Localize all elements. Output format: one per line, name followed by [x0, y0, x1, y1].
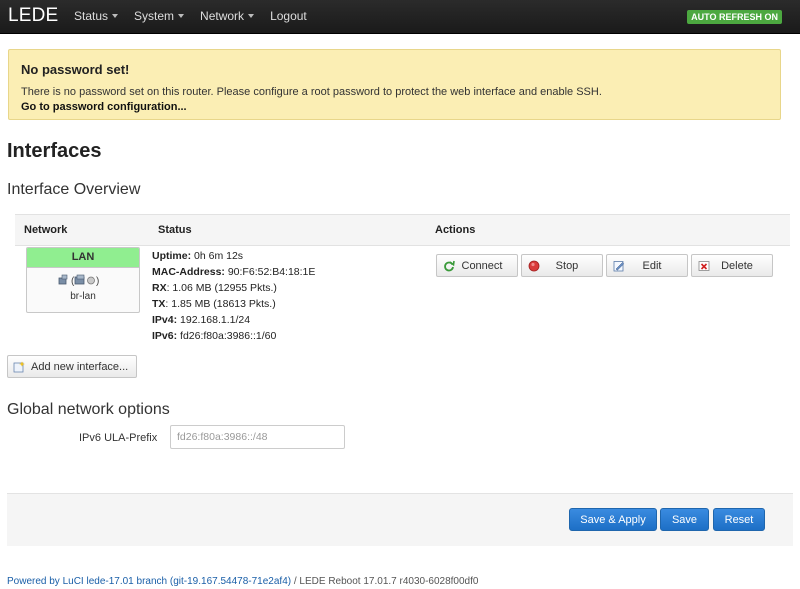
nav-logout[interactable]: Logout: [262, 0, 315, 33]
footer-version: / LEDE Reboot 17.01.7 r4030-6028f00df0: [291, 576, 479, 587]
nav-status-label: Status: [74, 9, 109, 23]
nav-network-label: Network: [200, 9, 245, 23]
nav-logout-label: Logout: [270, 9, 307, 23]
status-label: IPv6:: [152, 330, 178, 342]
table-header: Network Status Actions: [15, 214, 790, 246]
nav-network[interactable]: Network: [192, 0, 262, 33]
nav-system-label: System: [134, 9, 175, 23]
status-mac: MAC-Address: 90:F6:52:B4:18:1E: [152, 264, 315, 280]
ula-prefix-label: IPv6 ULA-Prefix: [79, 432, 158, 444]
column-status: Status: [158, 224, 192, 236]
interfaces-table: Network Status Actions LAN ( ) br-lan Up…: [15, 214, 790, 342]
caret-down-icon: [112, 13, 119, 18]
status-value: 0h 6m 12s: [191, 250, 244, 262]
status-value: 192.168.1.1/24: [177, 314, 251, 326]
auto-refresh-toggle[interactable]: AUTO REFRESH ON: [687, 10, 782, 24]
reset-button[interactable]: Reset: [713, 508, 765, 531]
connect-button[interactable]: Connect: [436, 254, 518, 277]
nav-system[interactable]: System: [126, 0, 192, 33]
save-button[interactable]: Save: [660, 508, 709, 531]
reload-icon: [444, 260, 455, 271]
edit-button[interactable]: Edit: [606, 254, 688, 277]
ula-prefix-input[interactable]: [170, 425, 345, 449]
status-rx: RX: 1.06 MB (12955 Pkts.): [152, 280, 315, 296]
password-config-link[interactable]: Go to password configuration...: [21, 101, 768, 113]
status-tx: TX: 1.85 MB (18613 Pkts.): [152, 296, 315, 312]
main-nav: Status System Network Logout: [66, 0, 315, 33]
lan-device-name: br-lan: [70, 291, 96, 302]
interface-overview-title: Interface Overview: [7, 181, 141, 198]
status-ipv6: IPv6: fd26:f80a:3986::1/60: [152, 328, 315, 344]
delete-label: Delete: [721, 259, 753, 272]
status-label: IPv4:: [152, 314, 178, 326]
column-network: Network: [24, 224, 68, 236]
page-title: Interfaces: [7, 140, 102, 162]
svg-text:): ): [96, 276, 99, 287]
delete-icon: [698, 260, 710, 271]
status-label: RX: [152, 282, 167, 294]
ethernet-ports-icon: ( ): [58, 274, 99, 287]
status-value: fd26:f80a:3986::1/60: [177, 330, 277, 342]
status-ipv4: IPv4: 192.168.1.1/24: [152, 312, 315, 328]
alert-text: There is no password set on this router.…: [21, 86, 602, 98]
status-label: TX: [152, 298, 166, 310]
column-actions: Actions: [435, 224, 476, 236]
edit-icon: [613, 260, 625, 271]
luci-link[interactable]: Powered by LuCI lede-17.01 branch (git-1…: [7, 576, 291, 587]
alert-title: No password set!: [21, 62, 130, 77]
lan-name: LAN: [27, 248, 139, 268]
status-uptime: Uptime: 0h 6m 12s: [152, 248, 315, 264]
save-apply-button[interactable]: Save & Apply: [569, 508, 657, 531]
add-interface-button[interactable]: Add new interface...: [7, 355, 137, 378]
brand-logo[interactable]: LEDE: [8, 5, 58, 27]
top-navbar: LEDE Status System Network Logout AUTO R…: [0, 0, 800, 34]
svg-text:(: (: [71, 276, 75, 287]
add-interface-label: Add new interface...: [31, 360, 129, 373]
caret-down-icon: [248, 13, 255, 18]
stop-label: Stop: [555, 259, 579, 272]
status-value: 90:F6:52:B4:18:1E: [224, 266, 316, 278]
stop-icon: [528, 260, 540, 271]
status-value: : 1.06 MB (12955 Pkts.): [166, 282, 277, 294]
status-label: Uptime:: [152, 250, 192, 262]
lan-device-icons: ( ): [27, 274, 139, 290]
interface-actions: Connect Stop Edit Delete: [436, 254, 776, 277]
footer-credits: Powered by LuCI lede-17.01 branch (git-1…: [7, 576, 478, 587]
status-value: : 1.85 MB (18613 Pkts.): [165, 298, 276, 310]
edit-label: Edit: [642, 259, 662, 272]
add-interface-icon: [13, 361, 25, 372]
delete-button[interactable]: Delete: [691, 254, 773, 277]
connect-label: Connect: [461, 259, 503, 272]
nav-status[interactable]: Status: [66, 0, 126, 33]
lan-status: Uptime: 0h 6m 12s MAC-Address: 90:F6:52:…: [152, 248, 315, 344]
stop-button[interactable]: Stop: [521, 254, 603, 277]
status-label: MAC-Address:: [152, 266, 225, 278]
caret-down-icon: [178, 13, 185, 18]
global-options-title: Global network options: [7, 401, 170, 418]
lan-interface-badge: LAN ( ) br-lan: [26, 247, 140, 313]
no-password-alert: No password set! There is no password se…: [8, 49, 781, 120]
